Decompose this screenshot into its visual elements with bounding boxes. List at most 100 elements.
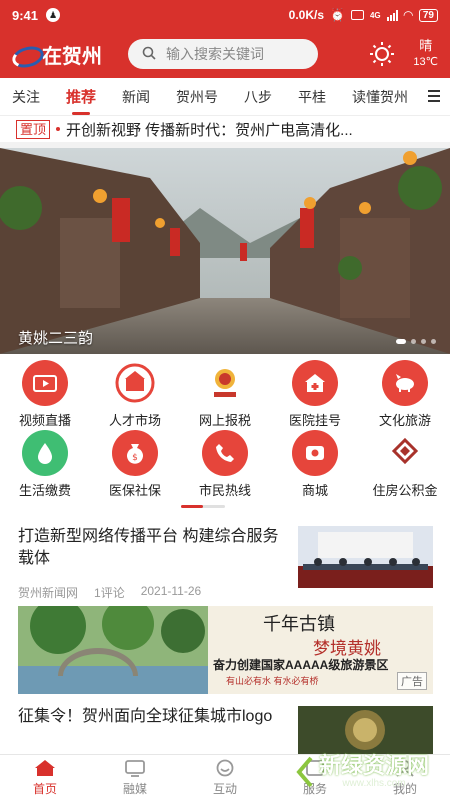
banner-caption: 黄姚二三韵 bbox=[18, 330, 94, 347]
money-bag-icon: $ bbox=[112, 430, 158, 476]
banner-carousel[interactable]: 黄姚二三韵 bbox=[0, 148, 450, 354]
news-date: 2021-11-26 bbox=[140, 584, 202, 598]
services-panel: 视频直播 人才市场 网上报税 医院挂号 文化旅游 生活缴费 $ 医保社保 市民热 bbox=[0, 354, 450, 514]
nav-home[interactable]: 首页 bbox=[0, 755, 90, 800]
weather-text: 晴 13℃ bbox=[413, 38, 438, 70]
service-video-live[interactable]: 视频直播 bbox=[0, 360, 90, 430]
service-housing-fund[interactable]: 住房公积金 bbox=[360, 430, 450, 500]
status-time: 9:41 bbox=[12, 7, 39, 23]
network-type: 4G bbox=[369, 10, 381, 20]
carousel-dots bbox=[396, 339, 436, 344]
logo-mark-icon bbox=[12, 45, 40, 63]
service-label: 医院挂号 bbox=[288, 413, 341, 428]
news-feed: 打造新型网络传播平台 构建综合服务载体 贺州新闻网 1评论 2021-11-26… bbox=[0, 514, 450, 754]
wifi-icon: ◠ bbox=[403, 8, 413, 22]
network-speed: 0.0K/s bbox=[288, 8, 325, 22]
service-citizen-hotline[interactable]: 市民热线 bbox=[180, 430, 270, 500]
services-page-indicator bbox=[181, 505, 225, 508]
nav-label: 融媒 bbox=[122, 781, 147, 796]
tab-pinggui[interactable]: 平桂 bbox=[298, 87, 326, 107]
talent-market-logo bbox=[112, 360, 158, 406]
service-culture-tourism[interactable]: 文化旅游 bbox=[360, 360, 450, 430]
news-comments: 1评论 bbox=[94, 586, 125, 600]
housing-fund-logo bbox=[382, 430, 428, 476]
news-thumbnail[interactable] bbox=[298, 706, 433, 754]
service-label: 商城 bbox=[301, 483, 328, 498]
search-input[interactable]: 输入搜索关键词 bbox=[128, 39, 318, 69]
water-drop-icon bbox=[22, 430, 68, 476]
hd-icon bbox=[350, 10, 364, 20]
nav-label: 首页 bbox=[32, 781, 57, 796]
service-utility-payment[interactable]: 生活缴费 bbox=[0, 430, 90, 500]
service-shop[interactable]: 商城 bbox=[270, 430, 360, 500]
ad-tag: 广告 bbox=[397, 672, 427, 690]
shop-icon bbox=[292, 430, 338, 476]
pinned-badge: 置顶 bbox=[16, 119, 51, 139]
sun-icon bbox=[369, 41, 395, 67]
news-item[interactable]: 打造新型网络传播平台 构建综合服务载体 贺州新闻网 1评论 2021-11-26 bbox=[18, 526, 288, 601]
tv-icon bbox=[22, 360, 68, 406]
watermark: 新绿资源网 www.xlhs.com bbox=[277, 748, 442, 794]
battery-icon: 79 bbox=[418, 8, 438, 22]
nav-media[interactable]: 融媒 bbox=[90, 755, 180, 800]
media-icon bbox=[125, 759, 145, 777]
phone-icon bbox=[202, 430, 248, 476]
search-placeholder: 输入搜索关键词 bbox=[166, 46, 264, 62]
tab-hezhou-hao[interactable]: 贺州号 bbox=[176, 87, 218, 107]
weather-temperature: 13℃ bbox=[413, 56, 438, 68]
channel-tabs: 关注 推荐 新闻 贺州号 八步 平桂 读懂贺州 bbox=[0, 78, 450, 116]
svg-text:$: $ bbox=[132, 453, 138, 463]
app-header: 在贺州 输入搜索关键词 晴 13℃ bbox=[0, 30, 450, 78]
weather-condition: 晴 bbox=[419, 38, 433, 53]
pig-icon bbox=[382, 360, 428, 406]
news-item[interactable]: 征集令！贺州面向全球征集城市logo bbox=[18, 706, 288, 728]
news-title: 打造新型网络传播平台 构建综合服务载体 bbox=[18, 528, 279, 567]
weather-widget[interactable]: 晴 13℃ bbox=[369, 38, 438, 70]
watermark-text: 新绿资源网 bbox=[319, 752, 430, 778]
service-label: 住房公积金 bbox=[372, 483, 438, 498]
service-label: 视频直播 bbox=[18, 413, 71, 428]
service-label: 文化旅游 bbox=[378, 413, 431, 428]
ad-title: 千年古镇 bbox=[263, 614, 335, 635]
qq-notification-icon: ♟ bbox=[46, 8, 61, 22]
service-label: 生活缴费 bbox=[18, 483, 71, 498]
banner-image bbox=[0, 148, 450, 354]
tax-emblem-icon bbox=[202, 360, 248, 406]
signal-icon bbox=[386, 9, 398, 21]
service-label: 网上报税 bbox=[198, 413, 251, 428]
interact-icon bbox=[216, 759, 234, 776]
ad-slogan: 奋力创建国家AAAAA级旅游景区 bbox=[213, 658, 389, 672]
tab-news[interactable]: 新闻 bbox=[122, 87, 150, 107]
channel-menu-icon[interactable] bbox=[428, 90, 440, 102]
ad-banner[interactable]: 千年古镇 梦境黄姚 奋力创建国家AAAAA级旅游景区 有山必有水 有水必有桥 广… bbox=[18, 606, 433, 694]
search-icon bbox=[142, 46, 156, 63]
logo-text: 在贺州 bbox=[42, 43, 102, 68]
service-hospital-registration[interactable]: 医院挂号 bbox=[270, 360, 360, 430]
service-online-tax[interactable]: 网上报税 bbox=[180, 360, 270, 430]
service-label: 医保社保 bbox=[108, 483, 161, 498]
nav-interact[interactable]: 互动 bbox=[180, 755, 270, 800]
home-icon bbox=[35, 759, 55, 776]
status-bar: 9:41 ♟ 0.0K/s ⏰ 4G ◠ 79 bbox=[0, 0, 450, 30]
news-title: 征集令！贺州面向全球征集城市logo bbox=[18, 708, 273, 725]
news-meta: 贺州新闻网 1评论 2021-11-26 bbox=[18, 584, 288, 601]
hospital-icon bbox=[292, 360, 338, 406]
watermark-logo-icon bbox=[279, 756, 313, 788]
tab-recommend[interactable]: 推荐 bbox=[66, 86, 96, 115]
nav-label: 互动 bbox=[212, 781, 237, 796]
service-talent-market[interactable]: 人才市场 bbox=[90, 360, 180, 430]
alarm-icon: ⏰ bbox=[330, 8, 345, 22]
service-medical-insurance[interactable]: $ 医保社保 bbox=[90, 430, 180, 500]
ad-small-text: 有山必有水 有水必有桥 bbox=[226, 676, 319, 686]
tab-follow[interactable]: 关注 bbox=[12, 87, 40, 107]
watermark-url: www.xlhs.com bbox=[342, 777, 406, 789]
pinned-title: 开创新视野 传播新时代：贺州广电高清化... bbox=[66, 121, 353, 139]
tab-understand-hezhou[interactable]: 读懂贺州 bbox=[352, 87, 408, 107]
pinned-dot bbox=[56, 127, 61, 131]
news-source: 贺州新闻网 bbox=[18, 586, 79, 600]
app-logo[interactable]: 在贺州 bbox=[12, 40, 122, 69]
service-label: 市民热线 bbox=[198, 483, 251, 498]
pinned-headline[interactable]: 置顶 开创新视野 传播新时代：贺州广电高清化... bbox=[0, 116, 450, 142]
news-thumbnail[interactable] bbox=[298, 526, 433, 588]
tab-babu[interactable]: 八步 bbox=[244, 87, 272, 107]
